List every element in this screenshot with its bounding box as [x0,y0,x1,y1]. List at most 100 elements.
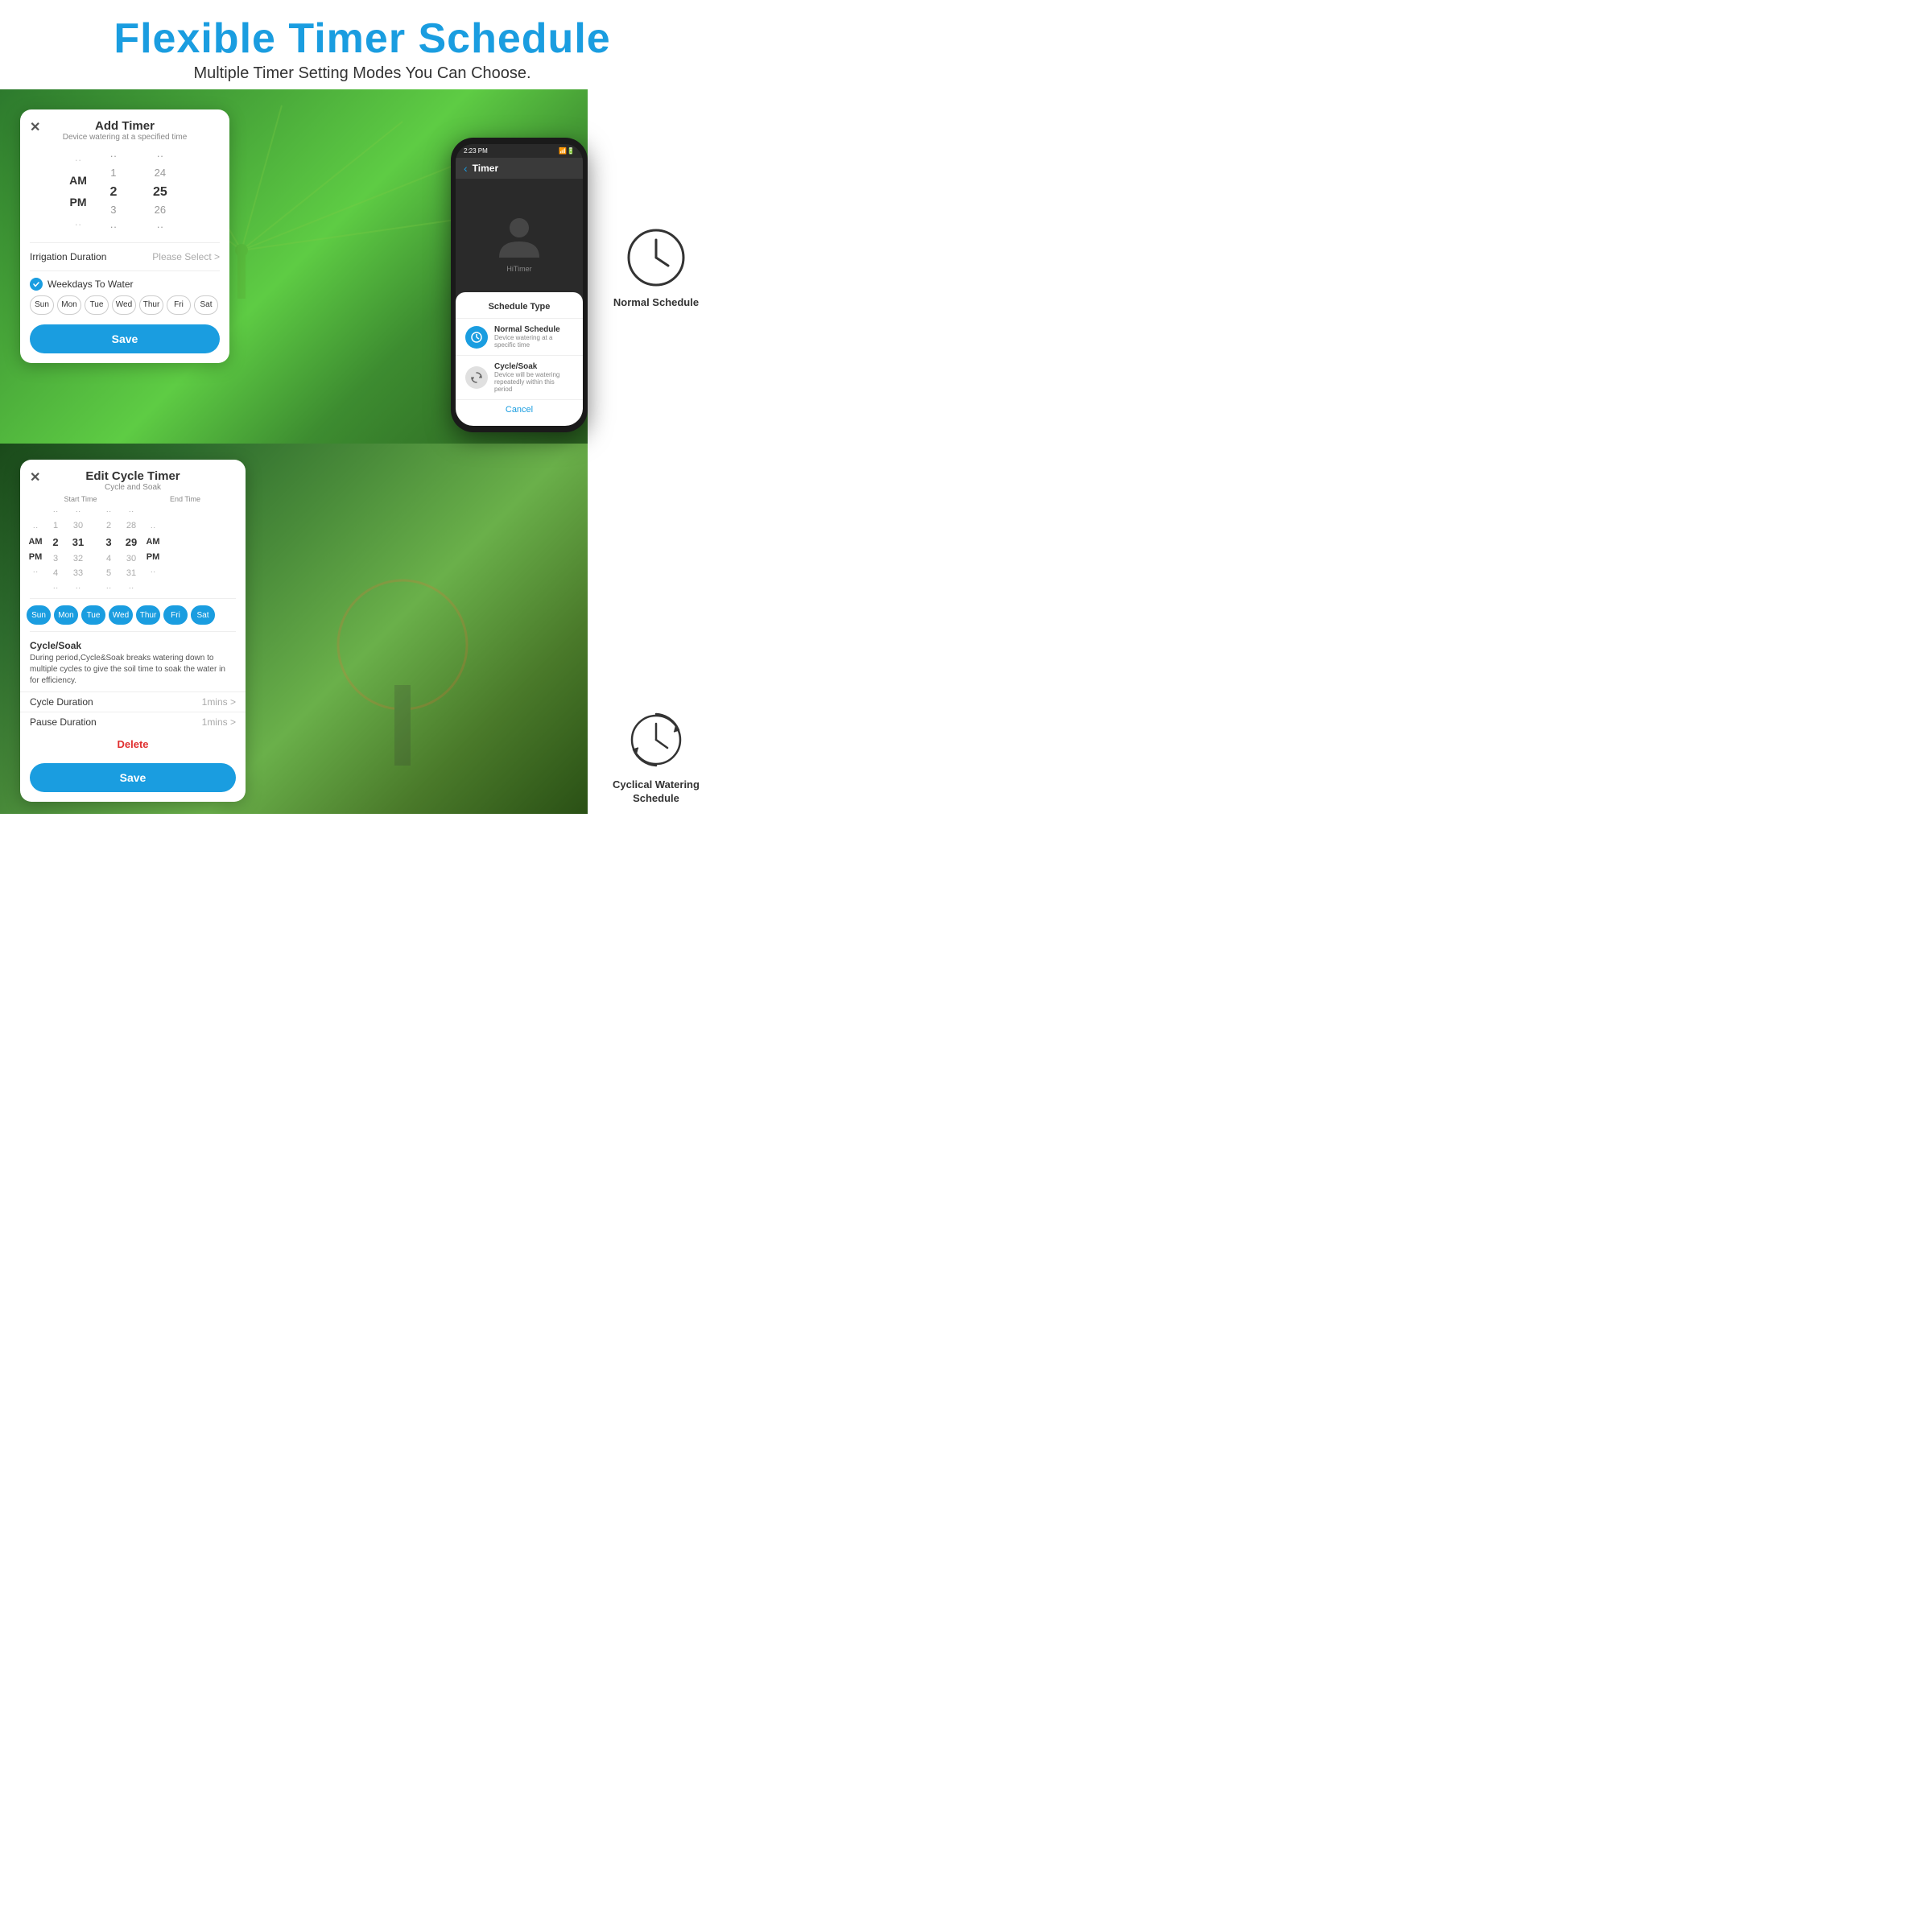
minute-col: ·· 24 25 26 ·· [140,148,180,236]
bot-day-thur[interactable]: Thur [136,605,160,625]
weekdays-label: Weekdays To Water [47,279,134,290]
day-fri[interactable]: Fri [167,295,191,315]
status-bar: 2:23 PM 📶🔋 [456,144,583,158]
irrigation-value: Please Select > [152,251,220,262]
page-header: Flexible Timer Schedule Multiple Timer S… [0,0,724,89]
min-2: 25 [153,182,167,203]
cycle-soak-desc: Device will be watering repeatedly withi… [494,371,573,393]
cycle-duration-value: 1mins > [202,696,236,708]
ampm-dots-top: ·· [75,151,82,169]
ampm-am: AM [69,171,87,191]
ampm-left-col: ·· AM PM ·· [27,521,44,578]
ampm-right-col: ·· AM PM ·· [144,521,162,578]
cycle-soak-option[interactable]: Cycle/Soak Device will be watering repea… [456,355,583,399]
irrigation-label: Irrigation Duration [30,251,106,262]
back-button[interactable]: ‹ [464,162,468,175]
nav-bar: ‹ Timer [456,158,583,179]
nav-title: Timer [473,163,498,174]
bot-day-sun[interactable]: Sun [27,605,51,625]
time-columns: ·· AM PM ·· ·· 1 2 3 4 ·· [20,505,246,595]
phone-screen: 2:23 PM 📶🔋 ‹ Timer [456,144,583,426]
pause-duration-row[interactable]: Pause Duration 1mins > [20,712,246,732]
day-thur[interactable]: Thur [139,295,163,315]
day-wed[interactable]: Wed [112,295,136,315]
main-subtitle: Multiple Timer Setting Modes You Can Cho… [8,64,716,83]
phone-signal: 📶🔋 [559,147,575,155]
bot-day-mon[interactable]: Mon [54,605,78,625]
phone-content-area: HiTimer [456,179,583,308]
check-circle [30,278,43,291]
cyclical-schedule-wrap: Cyclical WateringSchedule [613,708,700,806]
time-table-header: Start Time End Time [20,495,246,503]
pause-duration-label: Pause Duration [30,716,97,728]
bot-day-wed[interactable]: Wed [109,605,133,625]
phone-body: 2:23 PM 📶🔋 ‹ Timer [451,138,588,432]
cycle-soak-text: Cycle/Soak Device will be watering repea… [494,362,573,393]
day-sat[interactable]: Sat [194,295,218,315]
ampm-dots-bottom: ·· [75,215,82,233]
hour-col-right: ·· 2 3 4 5 ·· [99,505,118,595]
phone-time: 2:23 PM [464,147,488,155]
normal-schedule-name: Normal Schedule [494,325,573,334]
hour-1: 1 [110,165,116,182]
weekdays-section: Weekdays To Water Sun Mon Tue Wed Thur F… [20,275,229,318]
pause-duration-value: 1mins > [202,716,236,728]
day-sun[interactable]: Sun [30,295,54,315]
normal-schedule-option[interactable]: Normal Schedule Device watering at a spe… [456,318,583,355]
time-picker: ·· AM PM ·· ·· 1 2 3 ·· ·· 24 [20,145,229,239]
right-panel-bottom: Cyclical WateringSchedule [588,444,724,814]
close-button[interactable]: ✕ [30,119,40,135]
normal-schedule-text: Normal Schedule Device watering at a spe… [494,325,573,349]
save-button[interactable]: Save [30,324,220,353]
day-tue[interactable]: Tue [85,295,109,315]
normal-schedule-wrap: Normal Schedule [613,225,699,308]
min-1: 24 [155,165,166,182]
cyclical-clock-icon [624,708,688,772]
start-time-col-label: Start Time [28,495,133,503]
hour-dots2: ·· [110,219,118,236]
irrigation-row[interactable]: Irrigation Duration Please Select > [20,246,229,267]
main-title: Flexible Timer Schedule [8,14,716,63]
cycle-soak-title: Cycle/Soak [30,640,236,651]
bottom-row: ✕ Edit Cycle Timer Cycle and Soak Start … [0,444,724,814]
ampm-col: ·· AM PM ·· [69,151,87,233]
end-time-col-label: End Time [133,495,237,503]
cyclical-schedule-label: Cyclical WateringSchedule [613,778,700,806]
cycle-soak-section: Cycle/Soak During period,Cycle&Soak brea… [20,635,246,691]
ampm-pm: PM [70,192,87,213]
normal-schedule-desc: Device watering at a specific time [494,334,573,349]
device-label: HiTimer [506,265,531,273]
card-header: ✕ Add Timer Device watering at a specifi… [20,109,229,145]
bottom-days-section: Sun Mon Tue Wed Thur Fri Sat [20,602,246,628]
bottom-days-row: Sun Mon Tue Wed Thur Fri Sat [27,605,239,625]
main-content: ✕ Add Timer Device watering at a specifi… [0,89,724,814]
min-col-right: ·· 28 29 30 31 ·· [120,505,142,595]
day-mon[interactable]: Mon [57,295,81,315]
hour-col: ·· 1 2 3 ·· [93,148,134,236]
top-row: ✕ Add Timer Device watering at a specifi… [0,89,724,444]
hour-dots: ·· [110,148,118,165]
bot-day-sat[interactable]: Sat [191,605,215,625]
cycle-duration-label: Cycle Duration [30,696,93,708]
cycle-duration-row[interactable]: Cycle Duration 1mins > [20,691,246,712]
bot-day-tue[interactable]: Tue [81,605,105,625]
cycle-soak-icon [465,366,488,389]
edit-cycle-card: ✕ Edit Cycle Timer Cycle and Soak Start … [20,460,246,802]
min-dots2: ·· [157,219,164,236]
bottom-save-button[interactable]: Save [30,763,236,792]
bot-day-fri[interactable]: Fri [163,605,188,625]
cycle-soak-desc: During period,Cycle&Soak breaks watering… [30,653,236,687]
phone-mockup: 2:23 PM 📶🔋 ‹ Timer [451,138,588,468]
delete-button[interactable]: Delete [20,732,246,757]
hour-col-left: ·· 1 2 3 4 ·· [46,505,65,595]
bottom-close-button[interactable]: ✕ [30,469,40,485]
weekdays-check-row: Weekdays To Water [30,278,220,291]
popup-cancel[interactable]: Cancel [456,399,583,419]
bottom-card-header: ✕ Edit Cycle Timer Cycle and Soak [20,460,246,495]
min-3: 26 [155,202,166,219]
divider-2 [30,270,220,271]
schedule-popup: Schedule Type Normal Schedule [456,292,583,426]
normal-schedule-label: Normal Schedule [613,296,699,308]
divider-bottom-1 [30,598,236,599]
min-dots: ·· [157,148,164,165]
